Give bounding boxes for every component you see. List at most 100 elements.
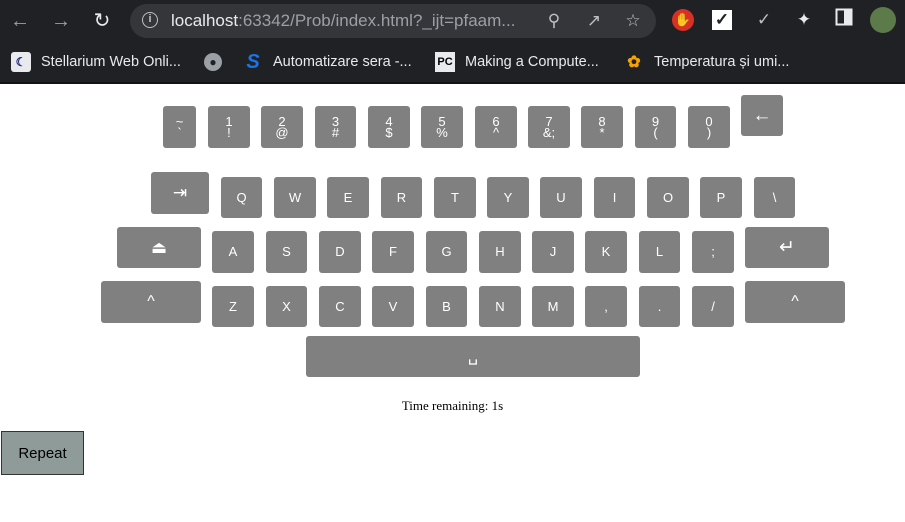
key-6[interactable]: 6 ^ [475,106,517,148]
key-bottom-char: % [436,125,448,140]
key-i[interactable]: I [594,177,635,218]
key-bottom-char: &; [542,125,556,140]
key-c[interactable]: C [319,286,361,327]
key-0[interactable]: 0) [688,106,730,148]
key-comma[interactable]: , [585,286,627,327]
key-shift-left[interactable]: ^ [101,281,201,323]
key-y[interactable]: Y [487,177,529,218]
share-icon[interactable]: ↗ [582,9,606,33]
key-label: , [604,298,608,314]
key-period[interactable]: . [639,286,680,327]
back-icon[interactable]: ← [7,8,33,34]
key-space[interactable]: ␣ [306,336,640,377]
key-w[interactable]: W [274,177,316,218]
key-5[interactable]: 5% [421,106,463,148]
key-semicolon[interactable]: ; [692,231,734,273]
key-k[interactable]: K [585,231,627,273]
shift-icon: ^ [791,293,799,310]
site-info-icon[interactable]: i [142,12,158,28]
key-label: ; [711,244,715,259]
bookmark-stellarium[interactable]: ☾ Stellarium Web Onli... [11,49,181,75]
bookmark-automatizare[interactable]: S Automatizare sera -... [243,49,412,75]
address-bar[interactable]: i localhost:63342/Prob/index.html?_ijt=p… [130,4,656,38]
key-bottom-char: ` [177,125,182,140]
key-r[interactable]: R [381,177,422,218]
reload-icon[interactable]: ↻ [89,8,115,34]
key-9[interactable]: 9( [635,106,676,148]
s-logo-icon: S [246,50,260,73]
key-label: V [388,298,398,314]
key-label: N [495,298,505,314]
key-label: K [601,244,611,259]
key-label: C [335,298,345,314]
key-x[interactable]: X [266,286,307,327]
key-z[interactable]: Z [212,286,254,327]
key-label: S [282,244,291,259]
key-enter[interactable]: ↵ [745,227,829,268]
key-bottom-char: ^ [492,125,500,140]
key-h[interactable]: H [479,231,521,273]
key-f[interactable]: F [372,231,414,273]
capslock-icon: ⏏ [150,237,168,257]
key-u[interactable]: U [540,177,582,218]
repeat-button[interactable]: Repeat [1,431,84,475]
key-label: / [711,298,715,314]
key-q[interactable]: Q [221,177,262,218]
key-t[interactable]: T [434,177,476,218]
key-d[interactable]: D [319,231,361,273]
key-e[interactable]: E [327,177,369,218]
key-backspace[interactable]: ← [741,95,783,136]
key-label: J [549,244,557,259]
key-capslock[interactable]: ⏏ [117,227,201,268]
bookmark-star-icon[interactable]: ☆ [621,9,645,33]
key-a[interactable]: A [212,231,254,273]
key-4[interactable]: 4 $ [368,106,410,148]
key-v[interactable]: V [372,286,414,327]
globe-icon: ● [204,53,222,71]
side-panel-icon[interactable] [832,8,856,32]
key-g[interactable]: G [426,231,467,273]
key-b[interactable]: B [426,286,467,327]
key-l[interactable]: L [639,231,680,273]
key-label: D [335,244,345,259]
key-label: T [451,189,459,205]
check-extension-icon[interactable]: ✓ [752,8,776,32]
key-label: M [547,298,559,314]
key-backslash[interactable]: \ [754,177,795,218]
key-o[interactable]: O [647,177,689,218]
key-2[interactable]: 2 @ [261,106,303,148]
key-label: Y [503,189,513,205]
key-label: \ [772,189,777,205]
key-tab[interactable]: ⇥ [151,172,209,214]
key-n[interactable]: N [479,286,521,327]
checkbox-extension-icon[interactable]: ✓ [712,10,732,30]
key-s[interactable]: S [266,231,307,273]
bookmark-temperatura[interactable]: ✿ Temperatura și umi... [624,49,789,75]
key-8[interactable]: 8 * [581,106,623,148]
key-3[interactable]: 3 # [315,106,356,148]
adblock-extension-icon[interactable]: ✋ [672,9,694,31]
key-label: Q [236,189,247,205]
url-text[interactable]: localhost:63342/Prob/index.html?_ijt=pfa… [171,11,515,31]
bookmark-globe[interactable]: ● [204,49,232,75]
key-label: Z [229,298,237,314]
profile-avatar[interactable] [870,7,896,33]
key-bottom-char: # [331,125,340,140]
bookmark-label: Automatizare sera -... [273,54,412,70]
key-m[interactable]: M [532,286,574,327]
key-1[interactable]: 1! [208,106,250,148]
key-p[interactable]: P [700,177,742,218]
key-slash[interactable]: / [692,286,734,327]
key-label: I [612,189,617,205]
key-7[interactable]: 7 &; [528,106,570,148]
url-rest: :63342/Prob/index.html?_ijt=pfaam... [238,11,516,30]
zoom-icon[interactable]: ⚲ [542,9,566,33]
extensions-puzzle-icon[interactable]: ✦ [792,8,816,32]
key-j[interactable]: J [532,231,574,273]
key-label: W [288,189,302,205]
bookmark-making-computer[interactable]: PC Making a Compute... [435,49,599,75]
key-shift-right[interactable]: ^ [745,281,845,323]
key-bottom-char: ) [706,125,712,140]
forward-icon[interactable]: → [48,8,74,34]
key-tilde[interactable]: ~ ` [163,106,196,148]
